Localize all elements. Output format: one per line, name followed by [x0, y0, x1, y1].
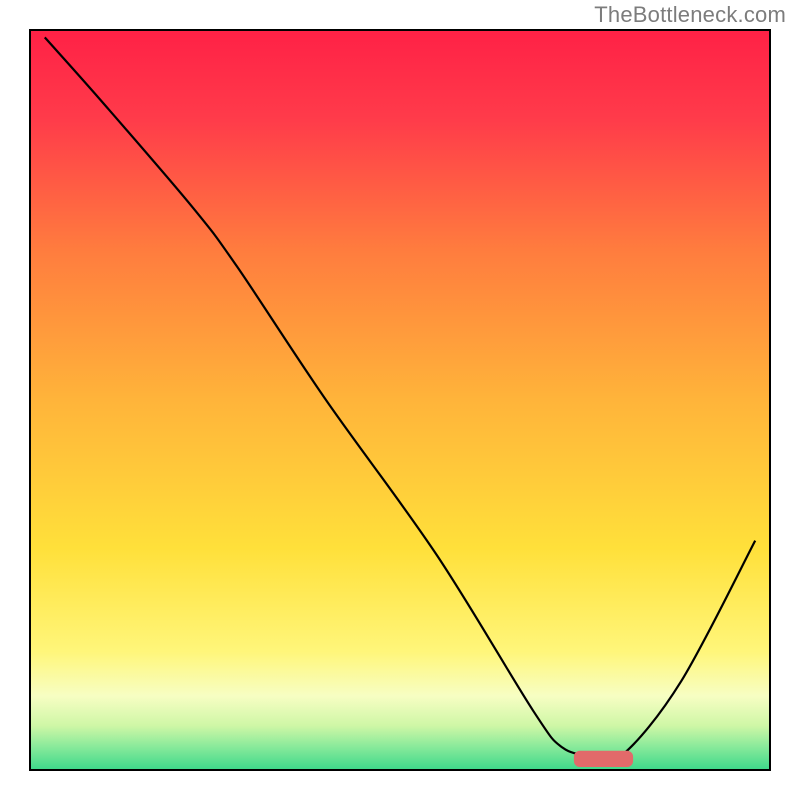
- watermark-text: TheBottleneck.com: [594, 2, 786, 28]
- plot-background: [30, 30, 770, 770]
- plot-area: [30, 30, 770, 770]
- chart-container: TheBottleneck.com: [0, 0, 800, 800]
- bottleneck-chart: [0, 0, 800, 800]
- optimal-range-marker: [574, 751, 633, 767]
